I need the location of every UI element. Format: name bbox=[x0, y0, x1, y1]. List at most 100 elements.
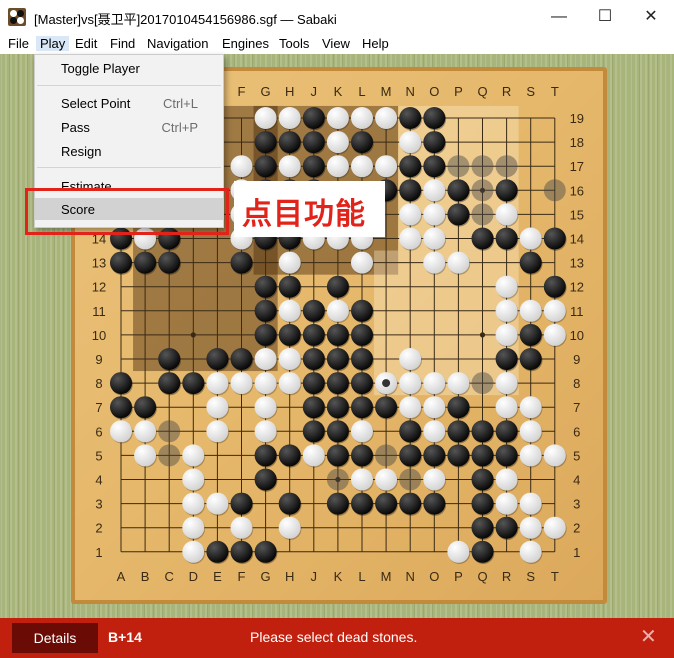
column-label: R bbox=[502, 569, 511, 584]
score-result: B+14 bbox=[108, 629, 142, 645]
menu-help[interactable]: Help bbox=[362, 36, 389, 51]
black-stone bbox=[399, 155, 422, 178]
black-stone bbox=[206, 348, 229, 370]
black-stone bbox=[351, 299, 373, 322]
window-title: [Master]vs[聂卫平]2017010454156986.sgf — Sa… bbox=[34, 12, 337, 27]
white-stone bbox=[326, 131, 349, 154]
dead-stone bbox=[375, 444, 398, 467]
maximize-button[interactable]: ☐ bbox=[582, 0, 628, 34]
black-stone bbox=[447, 179, 470, 202]
black-stone bbox=[471, 540, 494, 563]
black-stone bbox=[375, 492, 398, 515]
column-label: P bbox=[454, 84, 463, 99]
column-label: L bbox=[358, 569, 365, 584]
black-stone bbox=[423, 131, 446, 154]
black-stone bbox=[302, 323, 325, 346]
black-stone bbox=[471, 516, 494, 539]
column-label: E bbox=[213, 569, 222, 584]
scoring-bar: Details B+14 Please select dead stones. … bbox=[0, 618, 674, 658]
menu-edit[interactable]: Edit bbox=[75, 36, 97, 51]
black-stone bbox=[399, 492, 422, 515]
column-label: S bbox=[526, 84, 535, 99]
white-stone bbox=[278, 372, 301, 395]
sabaki-app-icon bbox=[8, 8, 26, 26]
row-label: 5 bbox=[573, 448, 580, 463]
column-label: J bbox=[311, 84, 318, 99]
white-stone bbox=[519, 396, 542, 419]
black-stone bbox=[543, 227, 566, 250]
black-stone bbox=[206, 540, 229, 563]
black-stone bbox=[375, 396, 398, 419]
white-stone bbox=[278, 348, 301, 370]
white-stone bbox=[447, 251, 470, 274]
dead-stone bbox=[447, 155, 470, 178]
black-stone bbox=[254, 323, 277, 346]
black-stone bbox=[447, 396, 470, 419]
black-stone bbox=[278, 444, 301, 467]
close-button[interactable]: ✕ bbox=[628, 0, 674, 34]
black-stone bbox=[495, 516, 518, 539]
column-label: H bbox=[285, 569, 294, 584]
menu-item-toggle-player[interactable]: Toggle Player bbox=[35, 57, 223, 79]
dead-stone bbox=[471, 372, 494, 395]
black-stone bbox=[519, 323, 542, 346]
white-stone bbox=[182, 540, 205, 563]
details-button[interactable]: Details bbox=[12, 623, 98, 653]
white-stone bbox=[543, 323, 566, 346]
row-label: 2 bbox=[573, 521, 580, 536]
white-territory bbox=[374, 250, 519, 396]
column-label: R bbox=[502, 84, 511, 99]
row-label: 13 bbox=[92, 256, 106, 271]
menu-view[interactable]: View bbox=[322, 36, 350, 51]
row-label: 11 bbox=[92, 304, 106, 319]
row-label: 3 bbox=[95, 497, 102, 512]
white-stone bbox=[399, 348, 422, 370]
black-stone bbox=[158, 251, 181, 274]
white-stone bbox=[399, 227, 422, 250]
menu-separator bbox=[37, 85, 221, 86]
black-stone bbox=[278, 131, 301, 154]
menu-navigation[interactable]: Navigation bbox=[147, 36, 208, 51]
black-stone bbox=[302, 348, 325, 370]
black-stone bbox=[254, 540, 277, 563]
white-stone bbox=[206, 420, 229, 443]
black-stone bbox=[302, 420, 325, 443]
white-stone bbox=[519, 227, 542, 250]
black-stone bbox=[302, 299, 325, 322]
white-stone bbox=[495, 275, 518, 298]
row-label: 14 bbox=[570, 232, 584, 247]
menu-item-resign[interactable]: Resign bbox=[35, 140, 223, 162]
black-stone bbox=[254, 468, 277, 491]
white-stone bbox=[278, 516, 301, 539]
white-stone bbox=[423, 468, 446, 491]
black-stone bbox=[351, 444, 373, 467]
menu-tools[interactable]: Tools bbox=[279, 36, 309, 51]
white-stone bbox=[519, 540, 542, 563]
row-label: 8 bbox=[95, 376, 102, 391]
white-stone bbox=[519, 299, 542, 322]
menu-engines[interactable]: Engines bbox=[222, 36, 269, 51]
white-stone bbox=[519, 420, 542, 443]
minimize-button[interactable]: — bbox=[536, 0, 582, 34]
white-stone bbox=[182, 516, 205, 539]
black-stone bbox=[423, 492, 446, 515]
row-label: 7 bbox=[95, 400, 102, 415]
menu-file[interactable]: File bbox=[8, 36, 29, 51]
white-stone bbox=[351, 251, 373, 274]
menu-item-select-point[interactable]: Select Point Ctrl+L bbox=[35, 92, 223, 114]
white-stone bbox=[447, 372, 470, 395]
close-icon[interactable]: ✕ bbox=[640, 624, 657, 650]
menu-find[interactable]: Find bbox=[110, 36, 135, 51]
white-stone bbox=[399, 203, 422, 226]
black-stone bbox=[278, 275, 301, 298]
row-label: 17 bbox=[570, 159, 584, 174]
white-stone bbox=[134, 420, 157, 443]
black-stone bbox=[302, 131, 325, 154]
black-stone bbox=[495, 179, 518, 202]
black-stone bbox=[495, 444, 518, 467]
white-stone bbox=[230, 516, 253, 539]
menu-play[interactable]: Play bbox=[36, 36, 70, 51]
menu-item-pass[interactable]: Pass Ctrl+P bbox=[35, 116, 223, 138]
resign-label: Resign bbox=[61, 144, 102, 159]
black-stone bbox=[182, 372, 205, 395]
